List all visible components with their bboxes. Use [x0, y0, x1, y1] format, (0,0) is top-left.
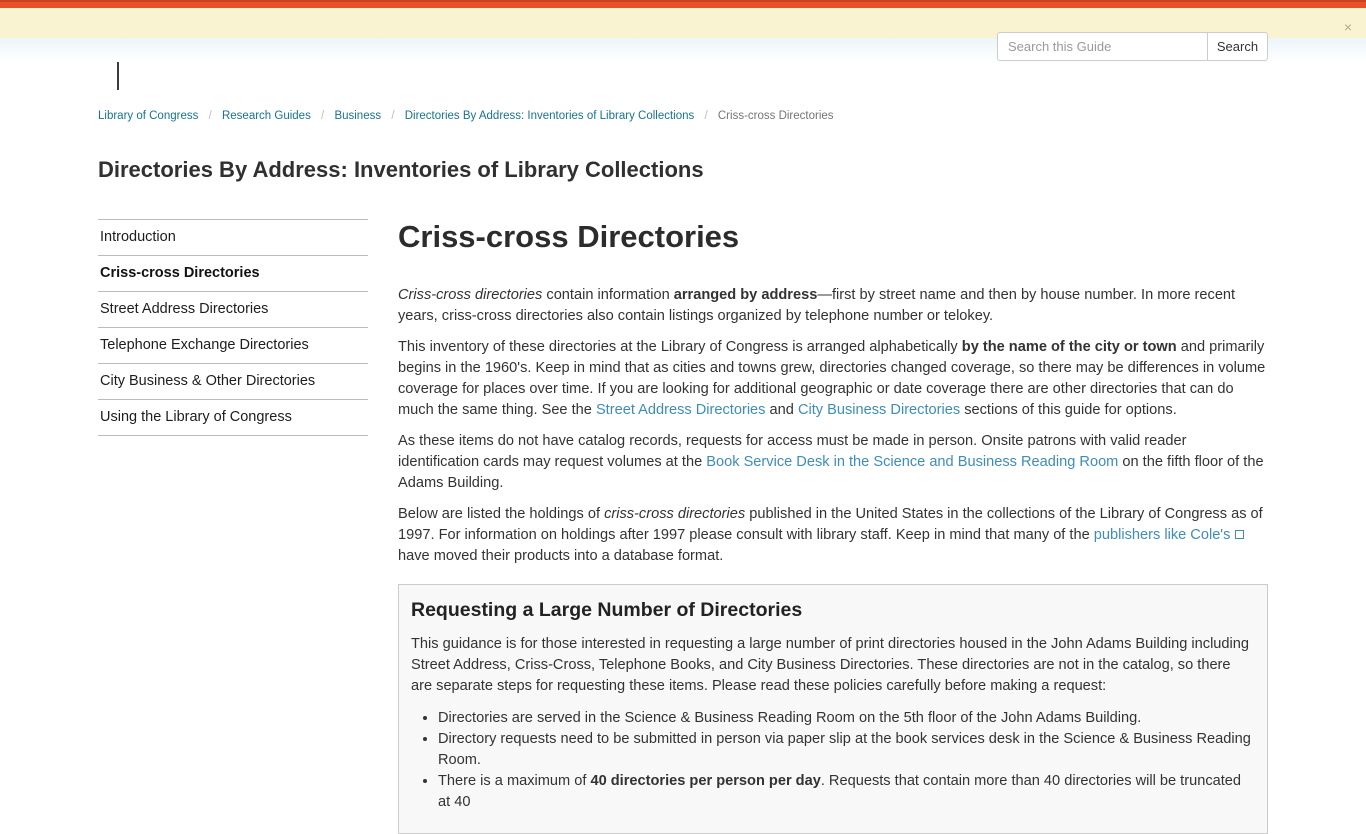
breadcrumb-item: Research Guides /: [222, 110, 334, 122]
search-button[interactable]: Search: [1207, 32, 1268, 61]
text-segment: sections of this guide for options.: [960, 402, 1177, 418]
guidance-list: Directories are served in the Science & …: [411, 708, 1255, 813]
guidance-heading: Requesting a Large Number of Directories: [411, 599, 1255, 622]
paragraph: Criss-cross directories contain informat…: [398, 285, 1268, 327]
text-segment: by the name of the city or town: [962, 339, 1177, 355]
breadcrumb-link[interactable]: Directories By Address: Inventories of L…: [405, 110, 695, 122]
content-columns: Introduction Criss-cross Directories Str…: [98, 219, 1268, 834]
inline-link[interactable]: Street Address Directories: [596, 402, 766, 418]
text-segment: criss-cross directories: [604, 506, 745, 522]
guide-search: Search: [997, 32, 1268, 61]
breadcrumb-separator: /: [704, 110, 707, 122]
guidance-bullet: There is a maximum of 40 directories per…: [438, 771, 1255, 813]
text-segment: Criss-cross directories: [398, 287, 542, 303]
guidance-intro: This guidance is for those interested in…: [411, 634, 1255, 697]
inline-link[interactable]: publishers like Cole's: [1094, 527, 1231, 543]
text-segment: Directories are served in the Science & …: [438, 710, 1141, 726]
page-container: Library of Congress / Research Guides / …: [98, 110, 1268, 834]
breadcrumb-separator: /: [391, 110, 394, 122]
breadcrumb-item: Criss-cross Directories /: [718, 110, 834, 122]
text-segment: contain information: [542, 287, 673, 303]
breadcrumb: Library of Congress / Research Guides / …: [98, 110, 1268, 124]
sidebar-item[interactable]: Introduction: [98, 219, 368, 255]
search-input[interactable]: [997, 32, 1207, 61]
text-segment: and: [765, 402, 797, 418]
guide-sidebar: Introduction Criss-cross Directories Str…: [98, 219, 368, 436]
text-segment: This guidance is for those interested in…: [411, 636, 1249, 694]
guidance-bullet: Directories are served in the Science & …: [438, 708, 1255, 729]
page-title: Directories By Address: Inventories of L…: [98, 157, 1268, 182]
top-accent-bar: [0, 0, 1366, 8]
external-link-icon: [1235, 530, 1244, 539]
text-segment: Below are listed the holdings of: [398, 506, 604, 522]
main-content: Criss-cross Directories Criss-cross dire…: [398, 219, 1268, 834]
breadcrumb-item: Directories By Address: Inventories of L…: [405, 110, 718, 122]
paragraph: As these items do not have catalog recor…: [398, 431, 1268, 494]
sidebar-item[interactable]: Telephone Exchange Directories: [98, 327, 368, 363]
sidebar-item[interactable]: Criss-cross Directories: [98, 255, 368, 291]
intro-paragraphs: Criss-cross directories contain informat…: [398, 285, 1268, 567]
guidance-bullet: Directory requests need to be submitted …: [438, 729, 1255, 771]
breadcrumb-separator: /: [209, 110, 212, 122]
logo-placeholder: [117, 62, 119, 90]
text-segment: There is a maximum of: [438, 773, 590, 789]
close-icon[interactable]: ×: [1344, 20, 1352, 34]
breadcrumb-item: Business /: [334, 110, 404, 122]
paragraph: Below are listed the holdings of criss-c…: [398, 504, 1268, 567]
inline-link[interactable]: City Business Directories: [798, 402, 960, 418]
text-segment: have moved their products into a databas…: [398, 548, 723, 564]
breadcrumb-link: Criss-cross Directories: [718, 110, 834, 122]
section-heading: Criss-cross Directories: [398, 219, 1268, 255]
paragraph: This inventory of these directories at t…: [398, 337, 1268, 421]
breadcrumb-separator: /: [321, 110, 324, 122]
text-segment: arranged by address: [674, 287, 818, 303]
breadcrumb-link[interactable]: Research Guides: [222, 110, 311, 122]
breadcrumb-item: Library of Congress /: [98, 110, 222, 122]
text-segment: Directory requests need to be submitted …: [438, 731, 1251, 768]
inline-link[interactable]: Book Service Desk in the Science and Bus…: [706, 454, 1118, 470]
text-segment: 40 directories per person per day: [590, 773, 820, 789]
breadcrumb-link[interactable]: Business: [334, 110, 381, 122]
sidebar-item[interactable]: Street Address Directories: [98, 291, 368, 327]
breadcrumb-link[interactable]: Library of Congress: [98, 110, 198, 122]
text-segment: This inventory of these directories at t…: [398, 339, 962, 355]
guidance-box: Requesting a Large Number of Directories…: [398, 584, 1268, 834]
sidebar-item[interactable]: City Business & Other Directories: [98, 363, 368, 399]
sidebar-item[interactable]: Using the Library of Congress: [98, 399, 368, 436]
sidebar-nav: Introduction Criss-cross Directories Str…: [98, 219, 368, 436]
